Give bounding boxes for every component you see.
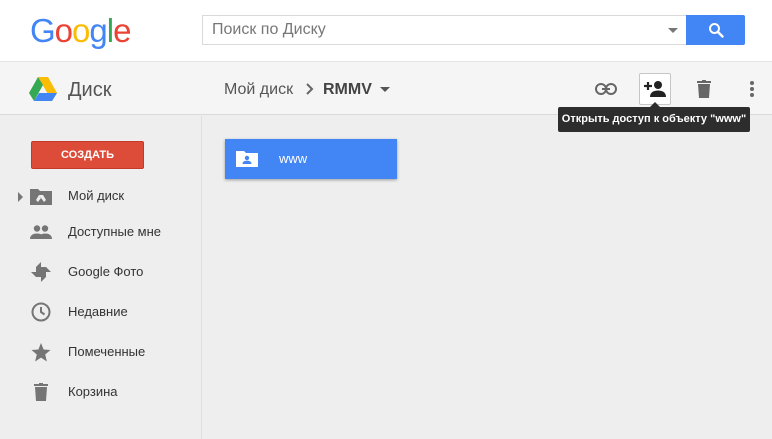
get-link-button[interactable] (590, 73, 622, 105)
star-icon (30, 341, 52, 363)
more-actions-button[interactable] (736, 73, 768, 105)
sidebar-item-my-drive[interactable]: Мой диск (0, 182, 202, 212)
search-button[interactable] (686, 15, 745, 45)
share-button[interactable] (639, 73, 671, 105)
folder-name: www (279, 151, 308, 166)
sidebar-item-google-photos[interactable]: Google Фото (0, 258, 202, 288)
chevron-right-icon (306, 83, 314, 95)
search-options-caret-icon[interactable] (668, 28, 678, 33)
create-button[interactable]: СОЗДАТЬ (31, 141, 144, 169)
clock-icon (30, 301, 52, 323)
my-drive-icon (30, 185, 52, 207)
trash-icon (697, 80, 711, 98)
sidebar-item-starred[interactable]: Помеченные (0, 338, 202, 368)
sidebar-item-recent[interactable]: Недавние (0, 298, 202, 328)
delete-button[interactable] (688, 73, 720, 105)
search-box (202, 15, 686, 45)
shared-folder-icon (236, 151, 258, 167)
app-title: Диск (68, 79, 112, 101)
sidebar-item-label: Мой диск (68, 188, 125, 203)
share-tooltip: Открыть доступ к объекту "www" (558, 102, 750, 132)
sidebar-item-label: Корзина (68, 384, 118, 399)
top-header: Google (0, 0, 772, 61)
logo-letter: o (72, 12, 90, 49)
sidebar-item-label: Недавние (68, 304, 128, 319)
sidebar-item-label: Доступные мне (68, 224, 162, 239)
logo-letter: e (113, 12, 131, 49)
sidebar: СОЗДАТЬ Мой диск Доступные мне Google Фо… (0, 116, 202, 439)
file-list-area: www (203, 116, 772, 439)
search-input[interactable] (203, 16, 643, 44)
shared-people-icon (30, 221, 52, 243)
breadcrumb-my-drive[interactable]: Мой диск (224, 81, 293, 99)
sidebar-item-label: Помеченные (68, 344, 146, 359)
folder-item[interactable]: www (225, 139, 397, 179)
logo-letter: G (30, 12, 56, 49)
more-vert-icon (750, 81, 754, 97)
sidebar-item-shared[interactable]: Доступные мне (0, 218, 202, 248)
breadcrumb-current-folder[interactable]: RMMV (323, 81, 372, 99)
trash-icon (30, 381, 52, 403)
chevron-down-icon[interactable] (380, 87, 390, 92)
google-logo[interactable]: Google (30, 12, 131, 49)
logo-letter: o (54, 12, 73, 49)
sidebar-item-label: Google Фото (68, 264, 144, 279)
sidebar-item-trash[interactable]: Корзина (0, 378, 202, 408)
search-icon (708, 23, 724, 38)
link-icon (595, 83, 617, 95)
photos-pinwheel-icon (30, 261, 52, 283)
add-person-icon (644, 81, 666, 97)
logo-letter: g (89, 12, 107, 49)
expand-arrow-icon[interactable] (18, 192, 23, 202)
drive-logo-icon[interactable] (29, 77, 57, 101)
